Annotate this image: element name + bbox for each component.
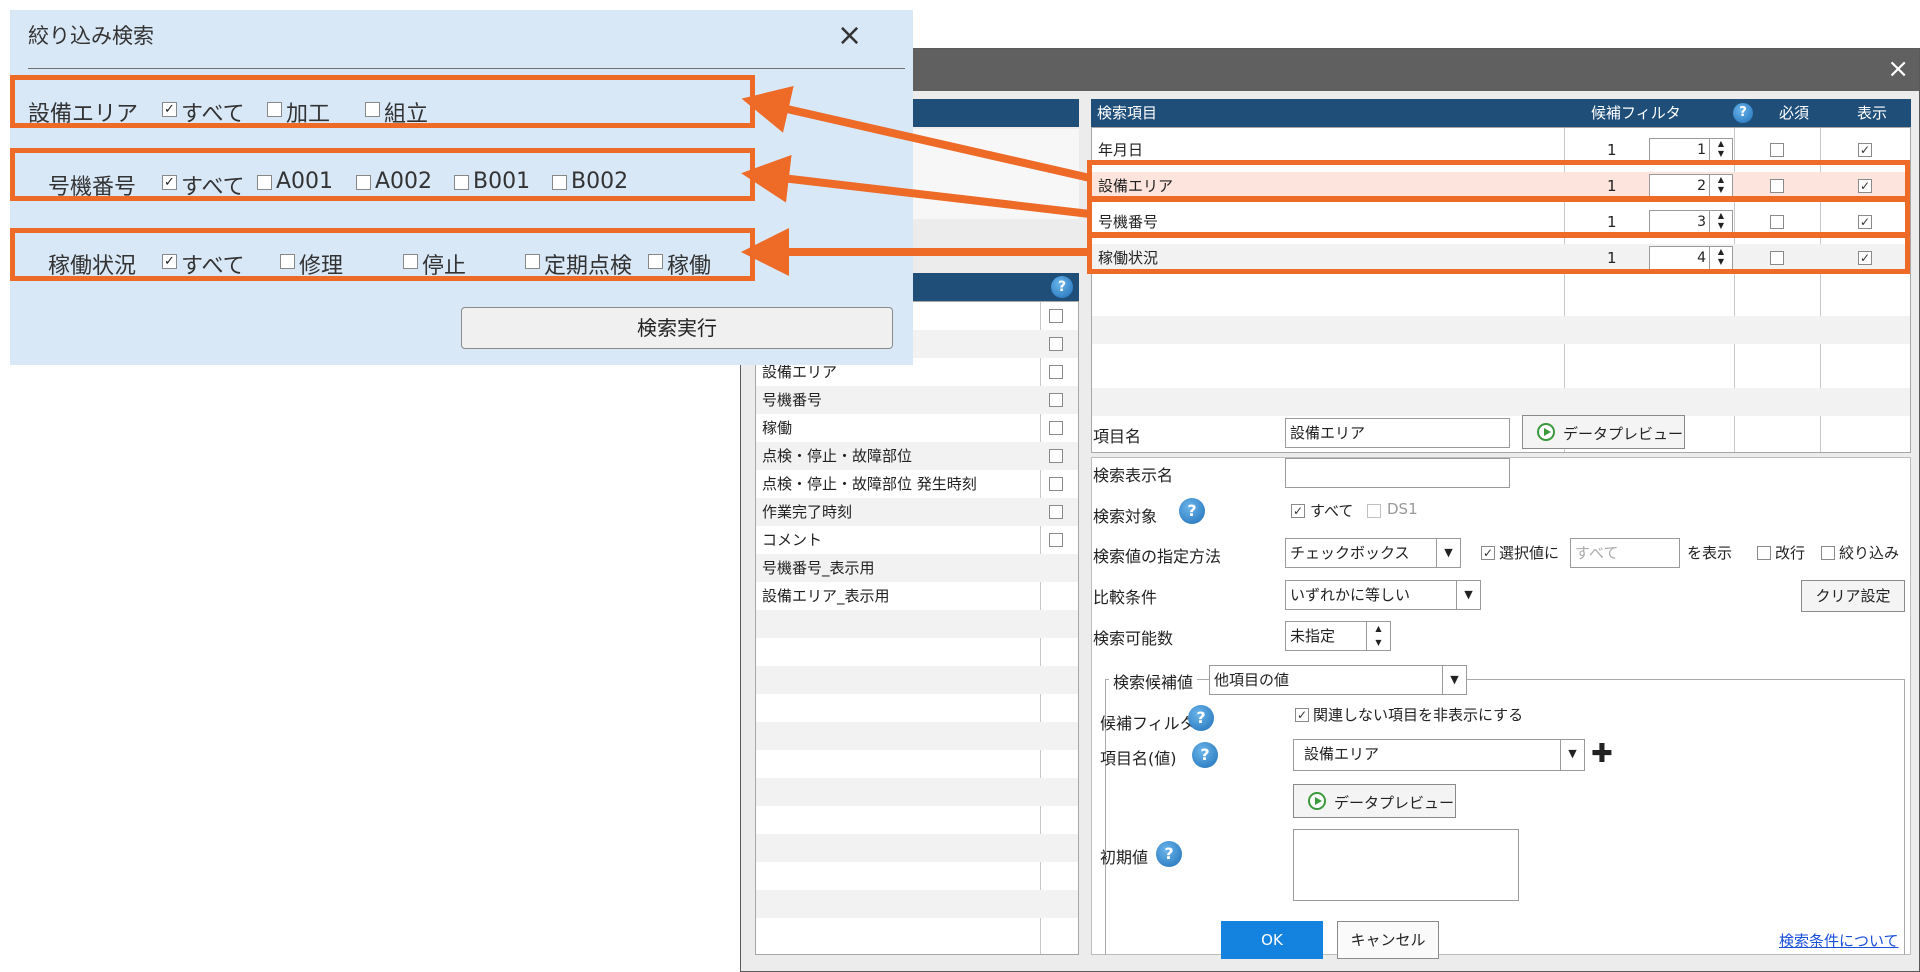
connector-arrow bbox=[741, 154, 1091, 218]
connector-arrow bbox=[741, 85, 1091, 182]
connector-arrows bbox=[741, 85, 1091, 276]
